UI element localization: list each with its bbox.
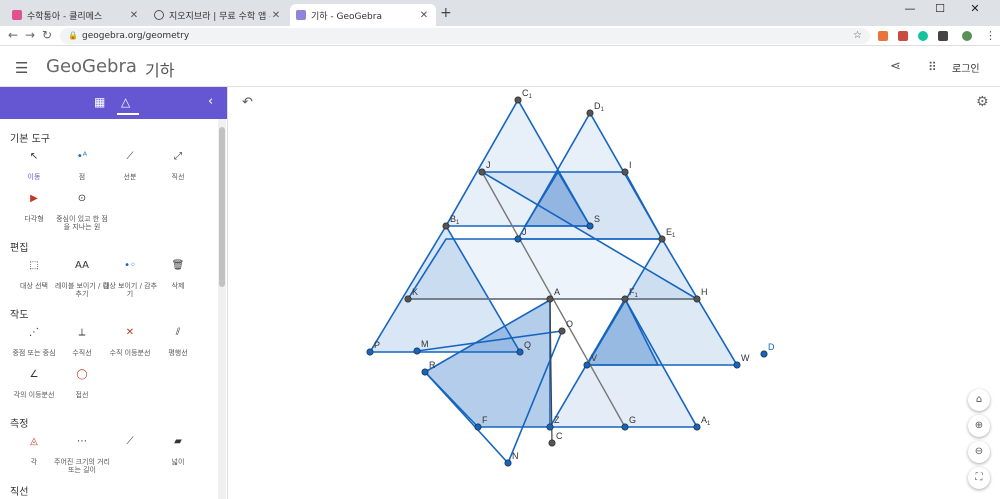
point-Z[interactable] xyxy=(546,423,554,431)
point-label-F: F xyxy=(482,415,488,425)
point-C[interactable] xyxy=(548,439,556,447)
point-subscript: 1 xyxy=(601,107,605,113)
point-M[interactable] xyxy=(413,347,421,355)
point-label-P: P xyxy=(374,340,380,350)
point-A[interactable] xyxy=(546,295,554,303)
point-subscript: 1 xyxy=(672,233,676,239)
point-Q[interactable] xyxy=(516,348,524,356)
point-label-Q: Q xyxy=(524,340,531,350)
point-label-C1: C1 xyxy=(522,88,533,100)
point-label-I: I xyxy=(629,160,632,170)
point-label-G: G xyxy=(629,415,636,425)
point-V[interactable] xyxy=(583,361,591,369)
point-O[interactable] xyxy=(558,327,566,335)
point-label-S: S xyxy=(594,214,600,224)
point-label-V: V xyxy=(591,353,597,363)
point-label-C: C xyxy=(556,431,563,441)
zoom-in-button[interactable]: ⊕ xyxy=(968,415,990,437)
point-label-A: A xyxy=(554,287,560,297)
point-N[interactable] xyxy=(504,459,512,467)
point-G[interactable] xyxy=(621,423,629,431)
point-label-H: H xyxy=(701,287,708,297)
point-H[interactable] xyxy=(693,295,701,303)
point-subscript: 1 xyxy=(529,94,533,100)
point-label-J: J xyxy=(486,160,491,170)
point-label-K: K xyxy=(412,287,418,297)
point-R[interactable] xyxy=(421,368,429,376)
geometry-drawing[interactable]: C1D1J IB1 SJ E1K A F1 HOP M QV WDRF Z G A1CN xyxy=(0,0,1000,499)
point-J[interactable] xyxy=(514,235,522,243)
point-A1[interactable] xyxy=(693,423,701,431)
point-I[interactable] xyxy=(621,168,629,176)
point-subscript: 1 xyxy=(707,421,711,427)
point-F1[interactable] xyxy=(621,295,629,303)
home-view-button[interactable]: ⌂ xyxy=(968,389,990,411)
zoom-out-button[interactable]: ⊖ xyxy=(968,441,990,463)
point-label-M: M xyxy=(421,339,429,349)
point-C1[interactable] xyxy=(514,96,522,104)
point-S[interactable] xyxy=(586,222,594,230)
point-B1[interactable] xyxy=(442,222,450,230)
point-label-E1: E1 xyxy=(666,227,676,239)
point-D1[interactable] xyxy=(586,109,594,117)
point-label-D1: D1 xyxy=(594,101,605,113)
point-label-N: N xyxy=(512,451,519,461)
point-F[interactable] xyxy=(474,423,482,431)
point-label-R: R xyxy=(429,360,436,370)
point-K[interactable] xyxy=(404,295,412,303)
point-J[interactable] xyxy=(478,168,486,176)
point-W[interactable] xyxy=(733,361,741,369)
point-label-O: O xyxy=(566,319,573,329)
point-label-W: W xyxy=(741,353,750,363)
polygon-layer xyxy=(368,98,739,464)
point-label-Z: Z xyxy=(554,415,560,425)
point-label-D: D xyxy=(768,342,775,352)
point-label-A1: A1 xyxy=(701,415,711,427)
point-E1[interactable] xyxy=(658,235,666,243)
fullscreen-button[interactable]: ⛶ xyxy=(968,467,990,489)
point-D[interactable] xyxy=(760,350,768,358)
point-label-J: J xyxy=(522,227,527,237)
point-P[interactable] xyxy=(366,348,374,356)
